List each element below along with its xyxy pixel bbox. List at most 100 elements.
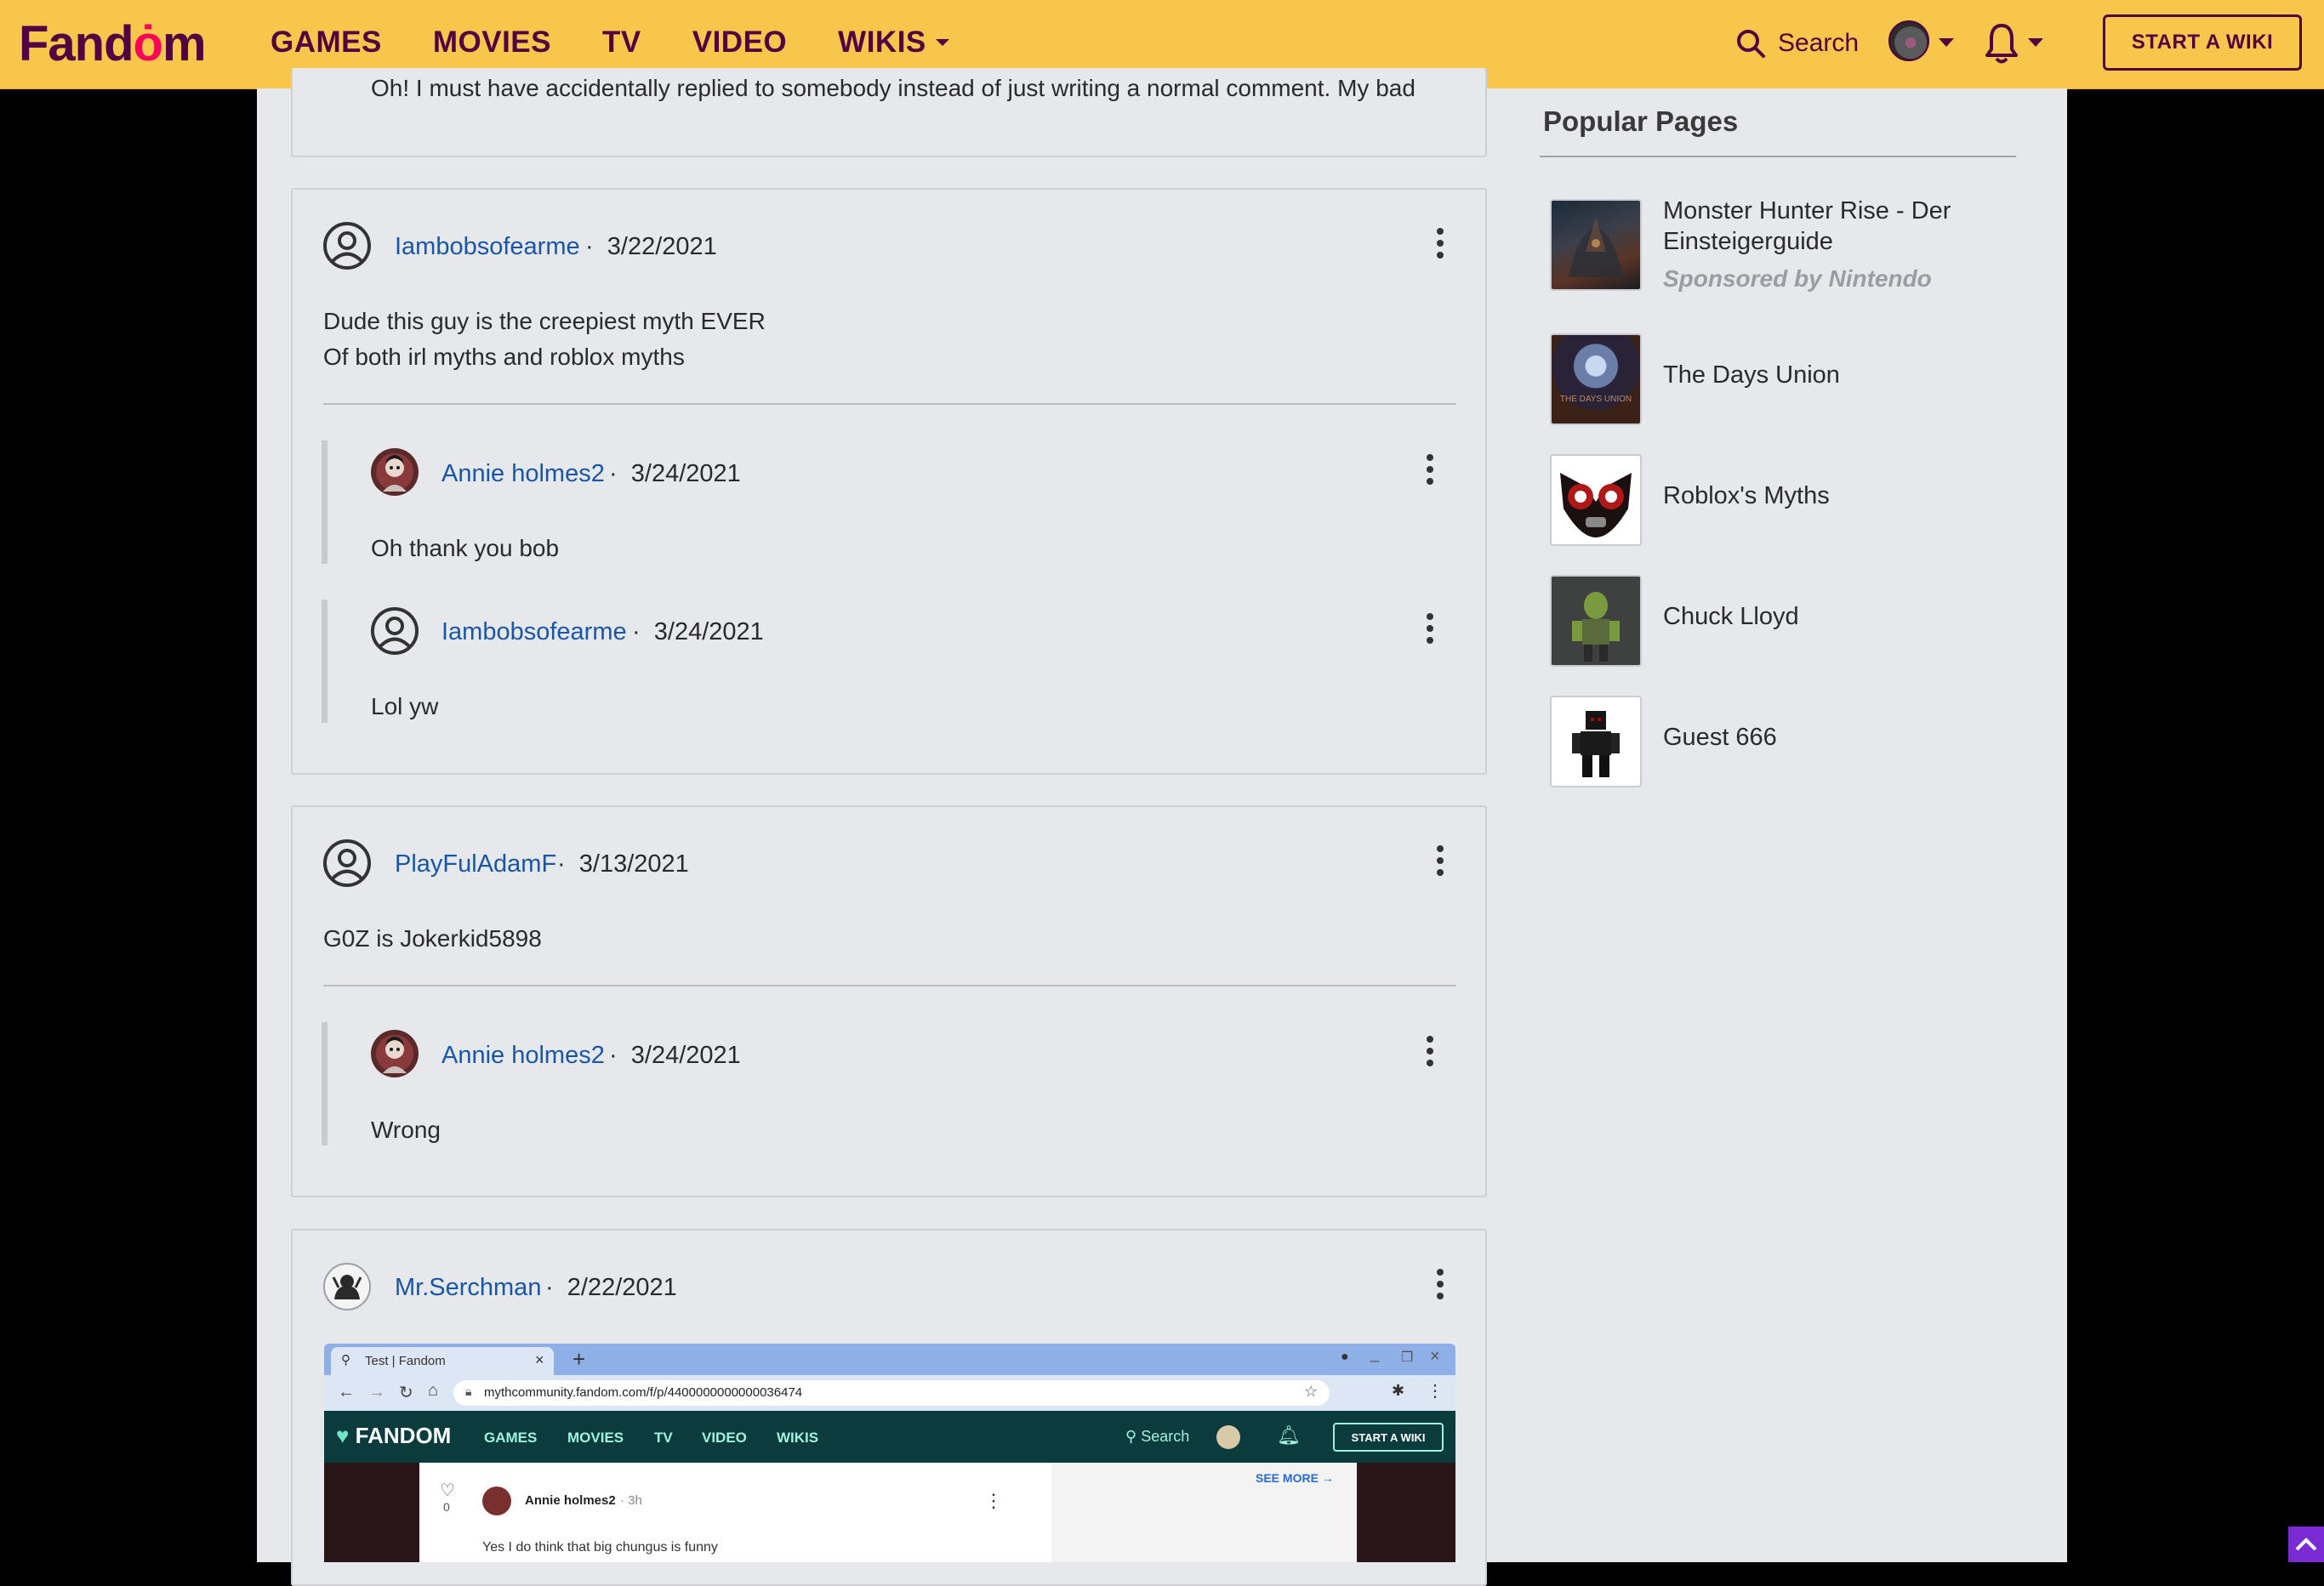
like-count: 0 [443,1500,450,1514]
default-avatar-icon[interactable] [322,838,372,888]
search-icon: ⚲ [1125,1428,1137,1445]
restore-icon: ❐ [1401,1350,1414,1365]
profile-icon: ● [1341,1350,1349,1364]
fandom-logo[interactable]: Fand ȯ m [19,5,207,82]
embedded-nav-item: WIKIS [777,1430,819,1446]
default-avatar-icon[interactable] [370,606,419,656]
popular-page-link[interactable]: The Days Union [1663,360,1840,390]
popular-page-thumbnail[interactable] [1550,199,1642,291]
more-options-icon: ⋮ [984,1490,1003,1511]
comment-date: 3/22/2021 [607,233,717,260]
scroll-to-top-button[interactable] [2288,1526,2324,1562]
popular-page-link[interactable]: Monster Hunter Rise - Der Einsteigerguide [1663,196,1951,257]
comment-username[interactable]: Iambobsofearme [441,618,627,646]
nav-movies[interactable]: MOVIES [433,26,551,60]
forward-icon: → [368,1383,385,1401]
more-options-icon[interactable] [1421,452,1438,486]
embedded-username: Annie holmes2 [525,1493,616,1508]
new-tab-icon: + [572,1346,586,1372]
separator-dot: · [557,850,566,878]
back-icon: ← [338,1383,355,1401]
close-icon: × [1430,1347,1440,1366]
more-options-icon[interactable] [1432,1267,1449,1301]
search-label: Search [1778,29,1860,57]
chevron-down-icon [935,39,949,46]
popular-page-link[interactable]: Guest 666 [1663,722,1777,753]
reply-text: Oh thank you bob [371,535,560,561]
bell-icon: 🔔︎ [1277,1424,1301,1446]
zombie-figure-image [1552,577,1640,665]
start-a-wiki-button[interactable]: START A WIKI [2103,14,2302,71]
star-icon: ☆ [1304,1383,1319,1400]
thumbnail-caption: THE DAYS UNION [1559,395,1632,404]
divider [323,985,1456,986]
popular-page-thumbnail[interactable] [1550,696,1642,787]
chevron-up-icon [2295,1538,2317,1551]
heart-icon: ♡ [440,1481,455,1500]
comment-username[interactable]: Iambobsofearme [395,233,580,261]
embedded-nav-item: GAMES [484,1430,538,1446]
nav-wikis[interactable]: WIKIS [838,26,950,60]
chevron-down-icon[interactable] [1939,38,1954,47]
nav-video[interactable]: VIDEO [692,26,787,60]
menu-icon: ⋮ [1427,1382,1444,1401]
more-options-icon[interactable] [1421,611,1438,645]
reply-text: Lol yw [371,693,439,719]
popular-page-thumbnail[interactable] [1550,575,1642,667]
divider [1540,156,2016,157]
popular-page-thumbnail[interactable]: THE DAYS UNION [1550,333,1642,425]
separator-dot: · [609,460,618,487]
attached-screenshot-image[interactable]: ⚲ Test | Fandom × + ● _ ❐ × ← → ↻ ⌂ 🔒︎ m… [324,1344,1455,1562]
nav-games[interactable]: GAMES [271,26,382,60]
separator-dot: · [545,1274,554,1301]
bell-icon[interactable] [1985,20,2019,65]
tab-title: Test | Fandom [365,1354,446,1368]
comment-text: Oh! I must have accidentally replied to … [371,75,1415,101]
divider [323,403,1456,405]
default-avatar-icon[interactable] [322,221,372,270]
browser-tab: ⚲ Test | Fandom × [331,1347,554,1375]
user-avatar[interactable] [1888,20,1929,61]
heart-icon: ♥ [336,1423,350,1448]
annie-avatar[interactable] [370,1029,419,1078]
embedded-time: 3h [628,1493,642,1508]
comment-username[interactable]: Annie holmes2 [441,1042,605,1070]
lock-icon: 🔒︎ [465,1384,472,1398]
reply-indicator [322,600,328,723]
dark-figure-image [1572,711,1620,777]
reload-icon: ↻ [399,1384,413,1402]
more-options-icon[interactable] [1421,1034,1438,1068]
comment-username[interactable]: PlayFulAdamF [395,850,556,878]
sponsored-label: Sponsored by Nintendo [1663,265,1932,292]
extensions-icon: ✱ [1392,1382,1405,1399]
nav-tv[interactable]: TV [602,26,641,60]
comment-date: 3/13/2021 [578,850,689,878]
embedded-post-text: Yes I do think that big chungus is funny [482,1540,718,1555]
popular-page-link[interactable]: Chuck Lloyd [1663,601,1799,632]
home-icon: ⌂ [428,1381,439,1400]
comment-text: G0Z is Jokerkid5898 [323,925,542,952]
comment-card: Oh! I must have accidentally replied to … [291,68,1487,157]
pin-icon: ⚲ [341,1353,350,1367]
popular-page-thumbnail[interactable] [1550,454,1642,546]
embedded-start-wiki: START A WIKI [1333,1423,1444,1452]
embedded-fandom-nav: ♥ FANDOM GAMES MOVIES TV VIDEO WIKIS ⚲ S… [324,1411,1455,1463]
embedded-logo: ♥ FANDOM [336,1423,452,1448]
embedded-post-card: ♡ 0 Annie holmes2 · 3h ⋮ Yes I do think … [419,1463,1357,1562]
annie-avatar [482,1487,511,1515]
popular-page-link[interactable]: Roblox's Myths [1663,480,1830,511]
annie-avatar[interactable] [370,447,419,497]
browser-tabstrip: ⚲ Test | Fandom × + ● _ ❐ × [324,1344,1455,1375]
comment-date: 3/24/2021 [630,460,741,487]
creepy-face-image [1560,473,1632,537]
reply-text: Wrong [371,1117,441,1143]
comment-username[interactable]: Annie holmes2 [441,460,605,488]
more-options-icon[interactable] [1432,844,1449,878]
search-button[interactable]: Search [1735,22,1859,65]
comment-username[interactable]: Mr.Serchman [395,1274,541,1302]
chevron-down-icon[interactable] [2028,38,2043,47]
embedded-nav-item: TV [654,1430,673,1446]
separator-dot: · [585,233,594,260]
more-options-icon[interactable] [1432,226,1449,260]
serchman-avatar[interactable] [322,1262,372,1311]
